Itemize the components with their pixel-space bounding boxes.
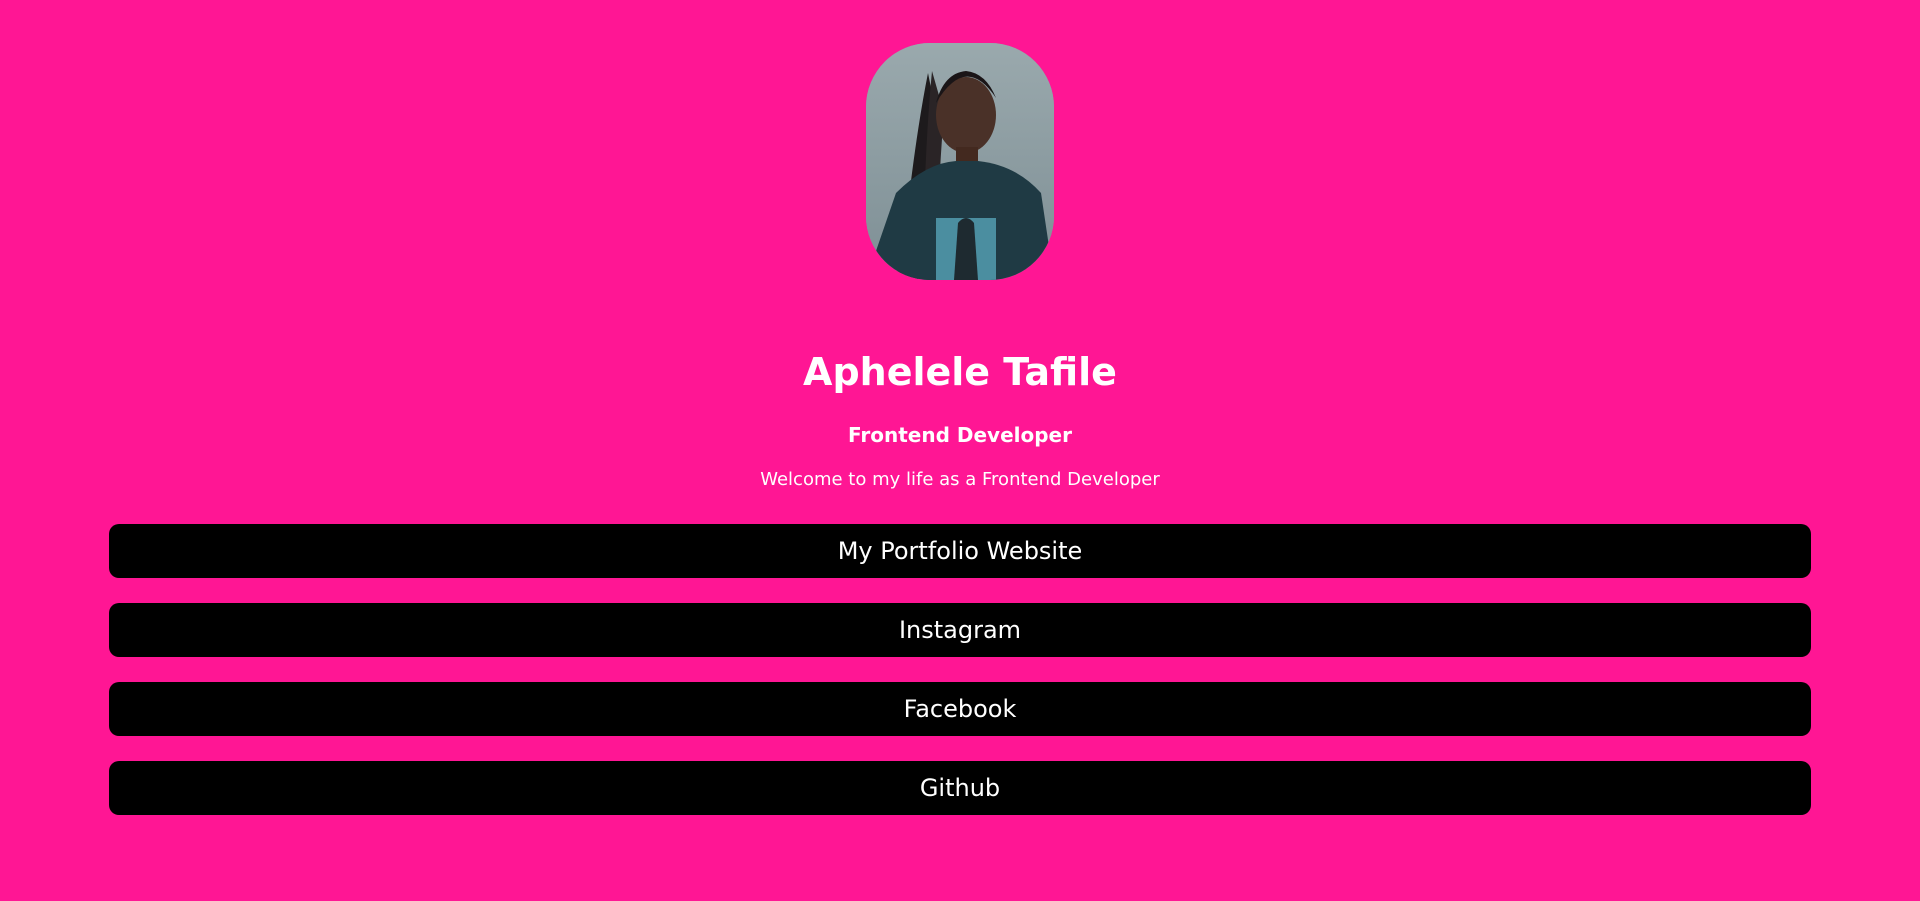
- profile-photo: [866, 43, 1054, 280]
- facebook-link-button[interactable]: Facebook: [109, 682, 1811, 736]
- links-list: My Portfolio Website Instagram Facebook …: [109, 524, 1811, 840]
- portfolio-link-button[interactable]: My Portfolio Website: [109, 524, 1811, 578]
- github-link-button[interactable]: Github: [109, 761, 1811, 815]
- welcome-text: Welcome to my life as a Frontend Develop…: [760, 469, 1160, 490]
- profile-role: Frontend Developer: [848, 423, 1072, 447]
- instagram-link-button[interactable]: Instagram: [109, 603, 1811, 657]
- profile-name: Aphelele Tafile: [803, 350, 1117, 394]
